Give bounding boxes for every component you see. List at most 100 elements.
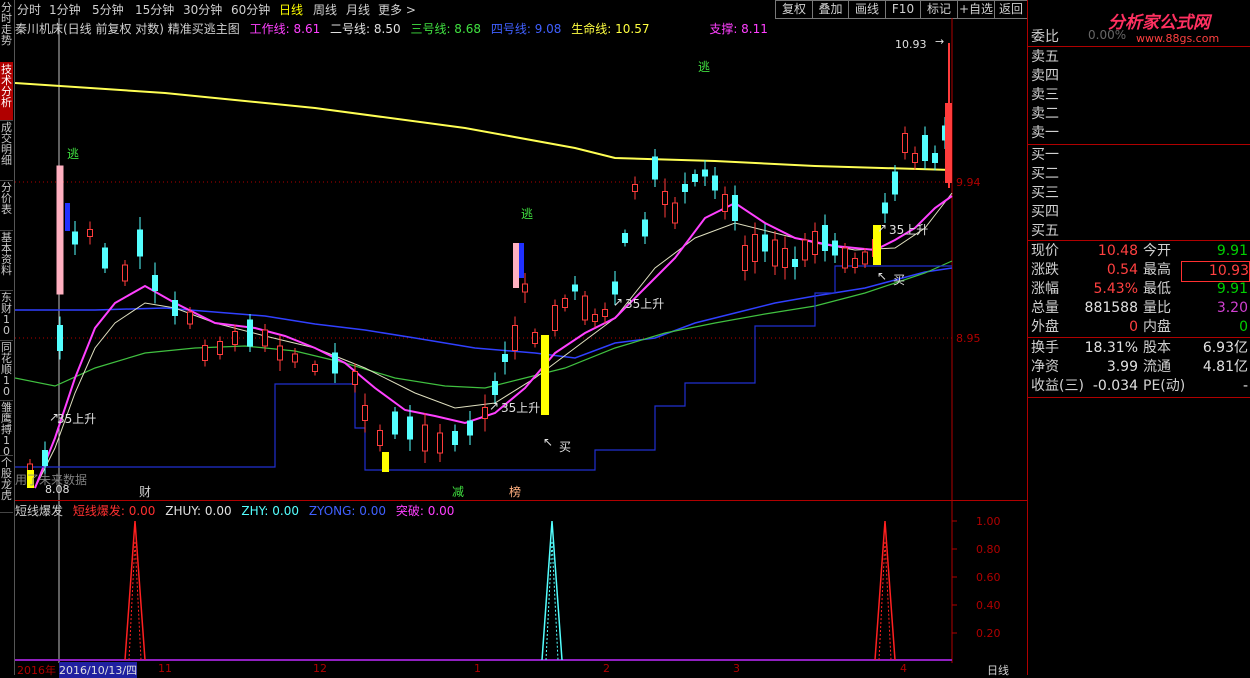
buy-level-0: 买一 [1031, 146, 1248, 165]
quote-value: 9.91 [1216, 281, 1248, 297]
left-tab-5[interactable]: 东财10 [0, 290, 13, 341]
up35-label: 35上升 [501, 401, 540, 415]
candle-body [502, 354, 508, 362]
candle-body [482, 407, 488, 419]
candle-body [352, 371, 358, 385]
candle-body [362, 405, 368, 421]
sub-indicator-chart[interactable]: 1.00 0.80 0.60 0.40 0.20 [15, 500, 1027, 663]
candle-body [467, 420, 473, 436]
divider [1028, 144, 1250, 145]
candle-body [407, 416, 413, 440]
highlight-candle-yellow [541, 335, 549, 415]
candle-body [752, 234, 758, 262]
quote-panel: 分析家公式网 www.88gs.com 委比 0.00% 卖五 卖四 卖三 卖二 卖一 买一 买二买… [1027, 0, 1250, 675]
marker-char-label: 财 [139, 485, 151, 499]
burst-spike-inner [545, 540, 559, 661]
candle-body [187, 311, 193, 325]
date-label-4: 1 [474, 662, 481, 675]
period-2[interactable]: 5分钟 [92, 1, 124, 18]
candle-body [632, 184, 638, 192]
burst-spike-inner [128, 540, 142, 661]
candle-body [512, 325, 518, 351]
candle-body [812, 231, 818, 255]
divider [1028, 240, 1250, 241]
candlestick-chart[interactable]: 9.948.95逃逃逃35上升35上升35上升35上升买买财减榜用了未来数据10… [15, 18, 1027, 500]
candle-body [377, 430, 383, 446]
toolbar-button-0[interactable]: 复权 [775, 0, 813, 19]
buy-level-label: 买五 [1031, 223, 1059, 239]
candle-body [792, 259, 798, 267]
candle-body [722, 194, 728, 212]
date-label-3: 12 [313, 662, 327, 675]
sub-item-breakout: 突破: 0.00 [395, 504, 455, 518]
period-label: 日线 [987, 664, 1009, 677]
candle-body [832, 240, 838, 256]
period-9[interactable]: 更多 > [378, 1, 416, 18]
left-tab-1[interactable]: 技术分析 [0, 62, 13, 121]
sell-level-4: 卖一 [1031, 124, 1248, 143]
left-tab-0[interactable]: 分时走势 [0, 0, 13, 63]
quote-value: 881588 [1084, 300, 1138, 316]
candle-body [932, 153, 938, 163]
left-tab-3[interactable]: 分价表 [0, 180, 13, 231]
candle-body [562, 298, 568, 308]
period-1[interactable]: 1分钟 [49, 1, 81, 18]
quote-row-0: 现价 10.48 今开 9.91 [1031, 242, 1248, 261]
date-label-1: 2016/10/13/四 [59, 662, 138, 678]
left-tab-strip: 分时走势 技术分析 成交明细 分价表 基本资料 东财10 同花顺10 雏鹰搏10 个股龙虎 [0, 0, 15, 675]
period-0[interactable]: 分时 [17, 1, 41, 18]
sell-level-label: 卖四 [1031, 68, 1059, 84]
period-8[interactable]: 月线 [346, 1, 370, 18]
candle-body [732, 195, 738, 221]
period-toolbar: 分时 1分钟 5分钟 15分钟 30分钟 60分钟 日线 周线 月线 更多 > 复权 叠加 画线 F10 标… [15, 0, 1028, 19]
highlight-candle-yellow [382, 452, 389, 472]
period-4[interactable]: 30分钟 [183, 1, 222, 18]
candle-body [202, 345, 208, 361]
toolbar-button-4[interactable]: 标记 [920, 0, 958, 19]
quote-label: 外盘 [1031, 319, 1059, 335]
quote-label: 涨跌 [1031, 262, 1059, 278]
sub-axis-label: 0.80 [976, 543, 1001, 556]
left-tab-7[interactable]: 雏鹰搏10 [0, 400, 13, 457]
candle-body [72, 231, 78, 245]
weibi-label: 委比 [1031, 29, 1059, 45]
sub-item-zhuy: ZHUY: 0.00 [165, 504, 232, 518]
marker-char-label: 减 [452, 485, 464, 499]
buy-level-label: 买一 [1031, 147, 1059, 163]
candle-body [822, 225, 828, 251]
period-5[interactable]: 60分钟 [231, 1, 270, 18]
quote-row-2: 涨幅 5.43% 最低 9.91 [1031, 280, 1248, 299]
buy-signal-label: 买 [559, 440, 571, 454]
buy-level-1: 买二 [1031, 165, 1248, 184]
candle-body [277, 345, 283, 361]
toolbar-button-2[interactable]: 画线 [848, 0, 886, 19]
arrow-glyph: ↖ [543, 435, 553, 449]
left-tab-2[interactable]: 成交明细 [0, 120, 13, 181]
toolbar-button-1[interactable]: 叠加 [812, 0, 849, 19]
candle-body [712, 175, 718, 191]
quote-value: 0 [1239, 319, 1248, 335]
period-3[interactable]: 15分钟 [135, 1, 174, 18]
highlight-candle-pink [513, 243, 519, 288]
candle-body [552, 305, 558, 331]
price-axis-label: 8.95 [956, 332, 981, 345]
period-6[interactable]: 日线 [279, 1, 303, 18]
left-tab-4[interactable]: 基本资料 [0, 230, 13, 291]
toolbar-button-3[interactable]: F10 [885, 0, 921, 19]
fin-value: 6.93亿 [1202, 340, 1248, 356]
sell-level-label: 卖一 [1031, 125, 1059, 141]
toolbar-button-5[interactable]: +自选 [957, 0, 995, 19]
candle-body [782, 248, 788, 268]
sell-level-3: 卖二 [1031, 105, 1248, 124]
candle-body [702, 169, 708, 177]
period-7[interactable]: 周线 [313, 1, 337, 18]
candle-body [642, 219, 648, 237]
left-tab-8[interactable]: 个股龙虎 [0, 455, 13, 513]
toolbar-button-6[interactable]: 返回 [994, 0, 1028, 19]
date-label-6: 3 [733, 662, 740, 675]
escape-signal-label: 逃 [521, 207, 533, 221]
candle-body [672, 202, 678, 224]
sell-level-0: 卖五 [1031, 48, 1248, 67]
left-tab-6[interactable]: 同花顺10 [0, 340, 13, 401]
marker-char-label: 榜 [509, 484, 521, 499]
